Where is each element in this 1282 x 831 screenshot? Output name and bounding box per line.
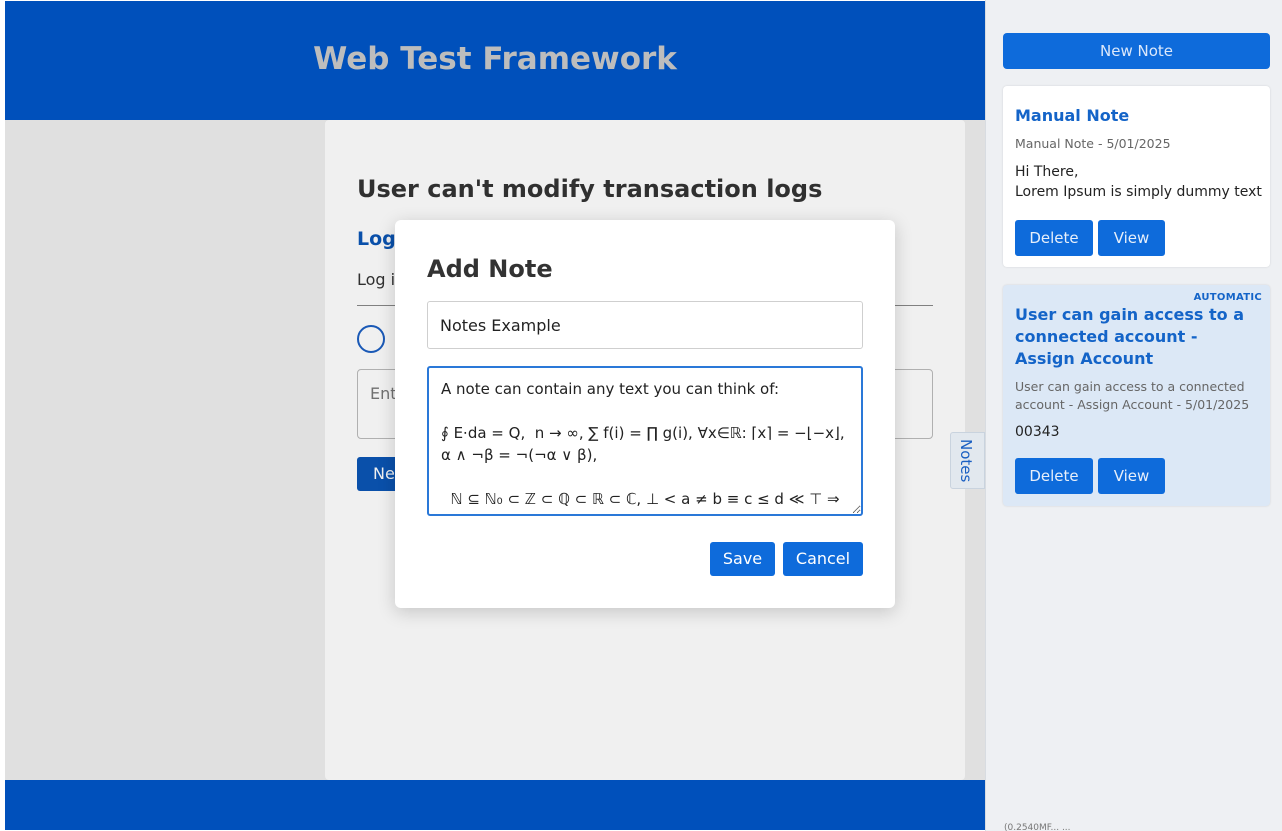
- view-note-button[interactable]: View: [1098, 220, 1165, 256]
- notes-sidebar: New Note Manual Note Manual Note - 5/01/…: [985, 0, 1282, 831]
- note-title[interactable]: Manual Note: [1015, 105, 1129, 127]
- delete-note-button[interactable]: Delete: [1015, 220, 1093, 256]
- delete-note-button[interactable]: Delete: [1015, 458, 1093, 494]
- notes-tab-label: Notes: [957, 439, 975, 483]
- automatic-badge: AUTOMATIC: [1193, 292, 1262, 303]
- note-title-input[interactable]: [427, 301, 863, 349]
- note-body-textarea[interactable]: A note can contain any text you can thin…: [427, 366, 863, 516]
- note-meta: User can gain access to a connected acco…: [1015, 379, 1250, 412]
- notes-tab[interactable]: Notes: [950, 432, 985, 489]
- note-body: 00343: [1015, 424, 1060, 440]
- note-meta: Manual Note - 5/01/2025: [1015, 136, 1171, 151]
- note-body: Hi There, Lorem Ipsum is simply dummy te…: [1015, 164, 1262, 200]
- cancel-button[interactable]: Cancel: [783, 542, 863, 576]
- view-note-button[interactable]: View: [1098, 458, 1165, 494]
- add-note-modal: Add Note A note can contain any text you…: [395, 220, 895, 608]
- note-card: Manual Note Manual Note - 5/01/2025 Hi T…: [1003, 86, 1270, 267]
- status-text: (0.2540MF... ...: [1004, 823, 1071, 831]
- note-title[interactable]: User can gain access to a connected acco…: [1015, 304, 1255, 370]
- new-note-button[interactable]: New Note: [1003, 33, 1270, 69]
- save-button[interactable]: Save: [710, 542, 775, 576]
- modal-title: Add Note: [427, 255, 553, 283]
- note-card: AUTOMATIC User can gain access to a conn…: [1003, 285, 1270, 506]
